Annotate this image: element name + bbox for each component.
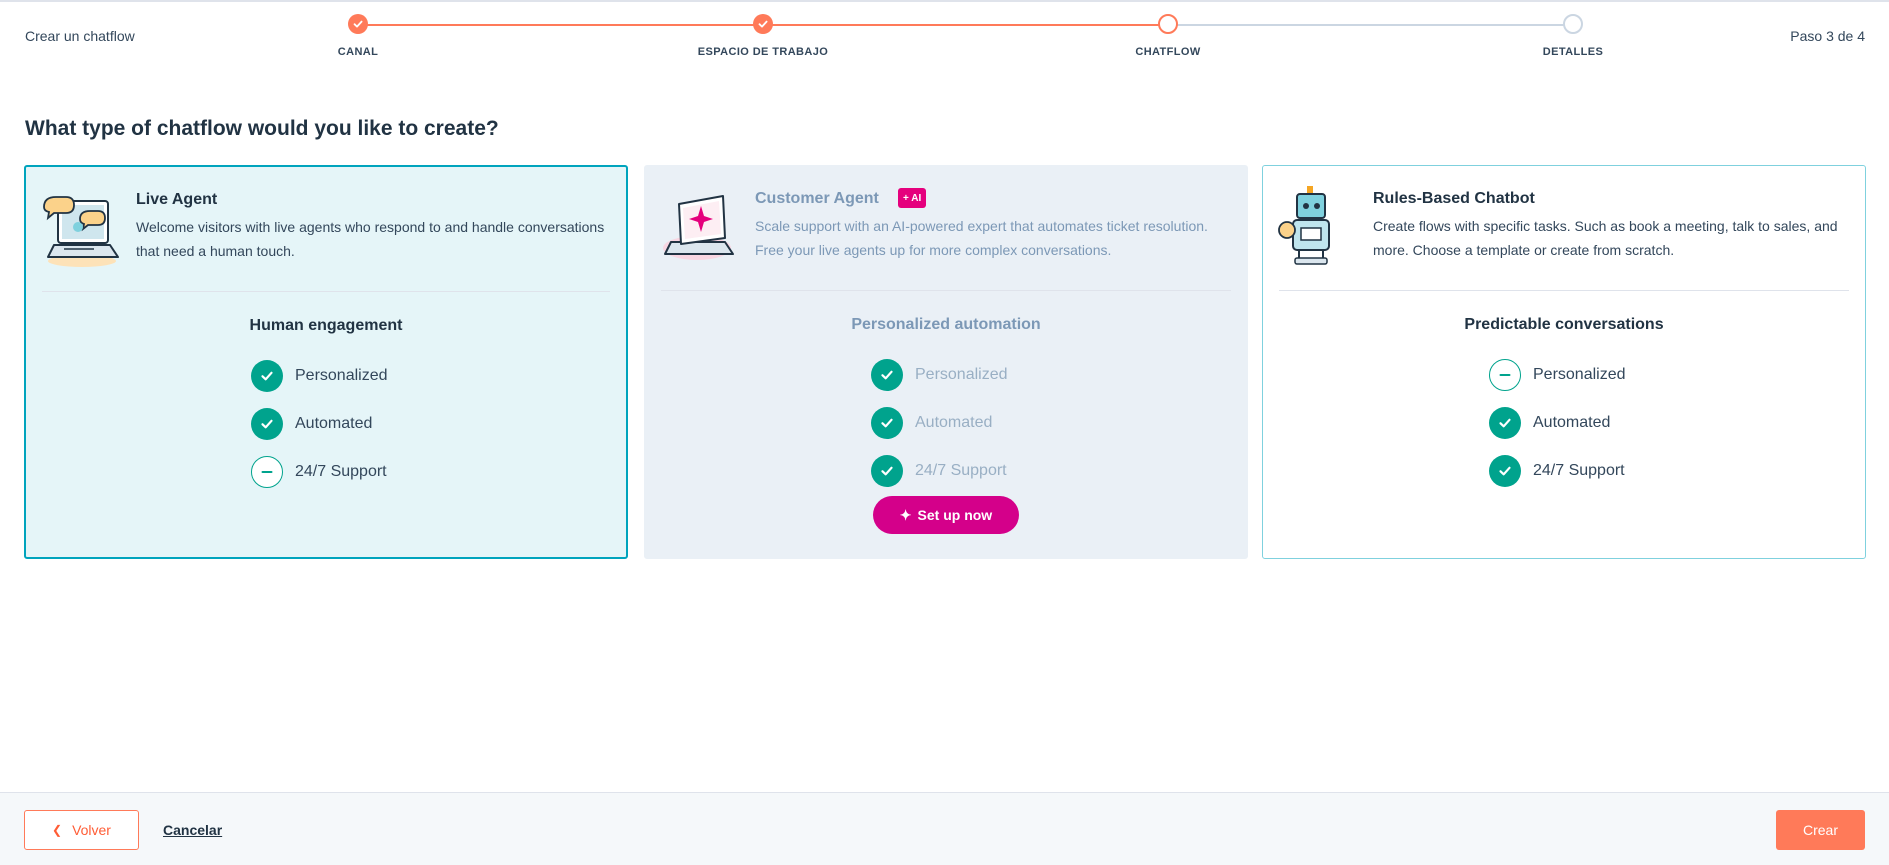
check-circle-icon: [251, 360, 283, 392]
feature-item: Personalized: [871, 351, 1021, 399]
step-label-detalles: DETALLES: [1542, 46, 1604, 58]
stepper-track-completed: [763, 24, 1168, 26]
feature-item: Automated: [871, 399, 1021, 447]
card-title: Customer Agent: [755, 190, 879, 207]
laptop-sparkle-illustration-icon: [659, 184, 741, 268]
check-circle-icon: [871, 359, 903, 391]
feature-label: 24/7 Support: [1533, 462, 1625, 479]
cancel-link[interactable]: Cancelar: [163, 822, 222, 838]
feature-list: Personalized Automated 24/7 Support: [26, 352, 626, 496]
minus-circle-icon: [251, 456, 283, 488]
feature-item: Automated: [251, 400, 401, 448]
card-live-agent[interactable]: Live Agent Welcome visitors with live ag…: [24, 165, 628, 559]
progress-stepper: CANAL ESPACIO DE TRABAJO CHATFLOW DETALL…: [0, 0, 1889, 70]
feature-list: Personalized Automated 24/7 Support: [645, 351, 1247, 495]
chevron-left-icon: ❮: [52, 823, 63, 837]
step-espacio-done-icon: [753, 14, 773, 34]
step-chatflow-current-icon: [1158, 14, 1178, 34]
feature-label: Automated: [295, 415, 373, 432]
footer-bar: ❮ Volver Cancelar Crear: [0, 792, 1889, 865]
minus-circle-icon: [1489, 359, 1521, 391]
feature-label: Automated: [1533, 414, 1611, 431]
feature-heading: Human engagement: [249, 317, 403, 334]
create-button[interactable]: Crear: [1776, 810, 1865, 850]
step-detalles-pending-icon: [1563, 14, 1583, 34]
card-description: Welcome visitors with live agents who re…: [136, 219, 605, 259]
step-label-canal: CANAL: [337, 46, 379, 58]
feature-label: Personalized: [1533, 366, 1626, 383]
check-circle-icon: [1489, 407, 1521, 439]
step-canal-done-icon: [348, 14, 368, 34]
step-counter: Paso 3 de 4: [1790, 28, 1865, 44]
feature-item: Personalized: [251, 352, 401, 400]
feature-item: 24/7 Support: [1489, 447, 1639, 495]
card-divider: [1279, 290, 1849, 291]
feature-item: 24/7 Support: [251, 448, 401, 496]
step-label-espacio: ESPACIO DE TRABAJO: [697, 46, 829, 58]
card-rules-based-chatbot[interactable]: Rules-Based Chatbot Create flows with sp…: [1262, 165, 1866, 559]
feature-label: Personalized: [915, 366, 1008, 383]
card-description: Scale support with an AI-powered expert …: [755, 218, 1208, 258]
stepper-track-completed: [358, 24, 763, 26]
sparkle-icon: ✦: [899, 506, 912, 523]
check-circle-icon: [1489, 455, 1521, 487]
feature-label: Automated: [915, 414, 993, 431]
ai-badge: + AI: [898, 188, 927, 208]
feature-label: 24/7 Support: [295, 463, 387, 480]
feature-heading: Predictable conversations: [1464, 316, 1664, 333]
check-circle-icon: [251, 408, 283, 440]
card-divider: [42, 291, 610, 292]
card-description: Create flows with specific tasks. Such a…: [1373, 218, 1838, 258]
feature-item: Personalized: [1489, 351, 1639, 399]
back-button-label: Volver: [72, 822, 111, 838]
card-title: Rules-Based Chatbot: [1373, 190, 1535, 207]
step-label-chatflow: CHATFLOW: [1135, 46, 1201, 58]
robot-illustration-icon: [1277, 184, 1359, 268]
check-circle-icon: [871, 455, 903, 487]
back-button[interactable]: ❮ Volver: [24, 810, 139, 850]
card-divider: [661, 290, 1231, 291]
laptop-chat-illustration-icon: [40, 185, 122, 269]
set-up-now-button[interactable]: ✦ Set up now: [873, 496, 1019, 534]
stepper-track-pending: [1168, 24, 1573, 26]
feature-label: Personalized: [295, 367, 388, 384]
check-circle-icon: [871, 407, 903, 439]
feature-item: 24/7 Support: [871, 447, 1021, 495]
card-customer-agent: Customer Agent + AI Scale support with a…: [644, 165, 1248, 559]
feature-list: Personalized Automated 24/7 Support: [1263, 351, 1865, 495]
page-title: What type of chatflow would you like to …: [25, 117, 499, 140]
card-title: Live Agent: [136, 191, 218, 208]
button-label: Set up now: [917, 507, 993, 523]
feature-heading: Personalized automation: [851, 316, 1041, 333]
feature-label: 24/7 Support: [915, 462, 1007, 479]
feature-item: Automated: [1489, 399, 1639, 447]
